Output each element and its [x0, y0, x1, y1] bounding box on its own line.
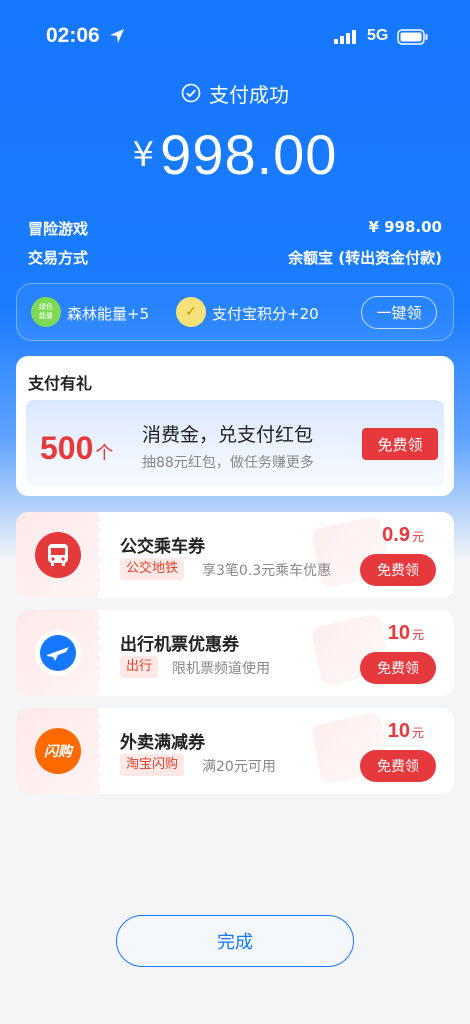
coupon-claim-button[interactable]: 免费领 — [360, 652, 436, 684]
coupon-value-number: 0.9 — [382, 524, 410, 546]
gift-title: 支付有礼 — [28, 374, 93, 393]
gift-subline: 抽88元红包，做任务赚更多 — [142, 455, 314, 471]
bonus-bar: 绿色能量 森林能量+5 ✓ 支付宝积分+20 一键领 — [16, 283, 454, 341]
flash-buy-icon-text: 闪购 — [44, 744, 72, 760]
gift-headline: 消费金，兑支付红包 — [142, 424, 314, 446]
coupon-value-number: 10 — [387, 720, 410, 742]
payment-status: 支付成功 — [0, 78, 470, 108]
coupon-desc: 限机票频道使用 — [172, 661, 270, 677]
payment-method-row: 交易方式 余额宝 (转出资金付款) — [28, 247, 442, 268]
coupon-tag: 淘宝闪购 — [120, 754, 185, 776]
collect-all-button[interactable]: 一键领 — [361, 296, 437, 329]
alipay-points-label: 支付宝积分+20 — [212, 305, 319, 323]
payment-method-label: 交易方式 — [28, 249, 89, 267]
check-circle-icon — [181, 83, 201, 103]
status-bar: 02:06 5G — [0, 0, 470, 70]
forest-energy-label: 森林能量+5 — [67, 305, 150, 323]
payment-gift-card: 支付有礼 500 个 消费金，兑支付红包 抽88元红包，做任务赚更多 免费领 — [16, 356, 454, 496]
battery-icon — [397, 29, 428, 45]
amount-value: 998.00 — [160, 123, 338, 186]
coupon-name: 外卖满减券 — [120, 733, 205, 753]
gift-count-value: 500 — [40, 430, 94, 466]
coupon-value-unit: 元 — [411, 530, 424, 544]
coupon-claim-button[interactable]: 免费领 — [360, 750, 436, 782]
gift-claim-button[interactable]: 免费领 — [362, 428, 438, 460]
network-label: 5G — [367, 27, 389, 44]
coupon-value: 0.9 元 — [382, 524, 424, 547]
currency-symbol: ¥ — [132, 135, 155, 175]
alipay-points-icon: ✓ — [176, 297, 206, 327]
coupon-name: 公交乘车券 — [120, 537, 205, 557]
coupon-card-flight: 出行机票优惠券 出行 限机票频道使用 10 元 免费领 — [16, 610, 454, 696]
forest-energy-icon-text: 绿色能量 — [39, 303, 53, 320]
signal-icon — [334, 30, 356, 44]
coupon-value: 10 元 — [388, 720, 424, 743]
coupon-name: 出行机票优惠券 — [120, 635, 239, 655]
coupon-claim-button[interactable]: 免费领 — [360, 554, 436, 586]
payment-method-value: 余额宝 (转出资金付款) — [288, 249, 442, 267]
done-button[interactable]: 完成 — [116, 915, 354, 967]
flash-buy-icon: 闪购 — [35, 728, 81, 774]
item-value: ¥ 998.00 — [368, 218, 442, 236]
item-row: 冒险游戏 ¥ 998.00 — [28, 218, 442, 239]
airplane-icon — [35, 630, 81, 676]
bus-icon — [35, 532, 81, 578]
consumption-gold-banner[interactable]: 500 个 消费金，兑支付红包 抽88元红包，做任务赚更多 免费领 — [26, 400, 444, 486]
coupon-card-takeout: 闪购 外卖满减券 淘宝闪购 满20元可用 10 元 免费领 — [16, 708, 454, 794]
coupon-desc: 满20元可用 — [202, 759, 276, 775]
item-label: 冒险游戏 — [28, 220, 89, 238]
coupon-value: 10 元 — [388, 622, 424, 645]
status-time: 02:06 — [46, 24, 100, 47]
payment-status-text: 支付成功 — [209, 82, 289, 107]
payment-amount: ¥998.00 — [0, 122, 470, 187]
coupon-value-number: 10 — [387, 622, 410, 644]
coupon-value-unit: 元 — [411, 628, 424, 642]
coupon-tag: 出行 — [120, 656, 159, 678]
coupon-value-unit: 元 — [411, 726, 424, 740]
location-arrow-icon — [110, 29, 124, 43]
gift-count: 500 个 — [40, 430, 113, 467]
gift-count-unit: 个 — [95, 443, 114, 464]
coupon-desc: 享3笔0.3元乘车优惠 — [202, 563, 332, 579]
coupon-tag: 公交地铁 — [120, 558, 185, 580]
forest-energy-icon: 绿色能量 — [31, 297, 61, 327]
coupon-card-bus: 公交乘车券 公交地铁 享3笔0.3元乘车优惠 0.9 元 免费领 — [16, 512, 454, 598]
